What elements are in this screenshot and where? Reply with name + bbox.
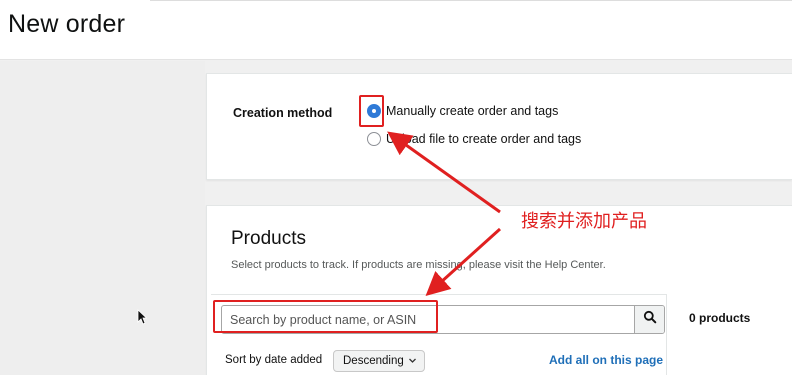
annotation-highlight-search (213, 300, 438, 333)
sort-order-value: Descending (343, 355, 404, 367)
search-button[interactable] (634, 306, 664, 333)
add-all-on-page-link[interactable]: Add all on this page (549, 353, 663, 367)
creation-method-card: Creation method Manually create order an… (206, 73, 792, 180)
products-subtitle: Select products to track. If products ar… (231, 259, 606, 271)
left-gutter (0, 61, 205, 375)
page-title: New order (8, 10, 126, 38)
header-divider (150, 0, 792, 1)
products-card: Products Select products to track. If pr… (206, 205, 792, 375)
annotation-highlight-radio (359, 95, 384, 127)
radio-manual-label[interactable]: Manually create order and tags (386, 104, 558, 118)
sort-order-dropdown[interactable]: Descending (333, 350, 425, 372)
radio-upload-option[interactable]: Upload file to create order and tags (367, 132, 581, 146)
annotation-text: 搜索并添加产品 (521, 211, 647, 232)
selected-products-count: 0 products (689, 311, 751, 325)
search-icon (643, 310, 657, 329)
radio-button-unchecked[interactable] (367, 132, 381, 146)
mouse-cursor-icon (137, 309, 148, 330)
page-header: New order (0, 0, 792, 60)
chevron-down-icon (408, 356, 417, 368)
sort-label: Sort by date added (225, 354, 323, 366)
radio-upload-label[interactable]: Upload file to create order and tags (386, 132, 581, 146)
products-title: Products (231, 228, 306, 249)
creation-method-label: Creation method (233, 106, 333, 120)
radio-manual-option[interactable]: Manually create order and tags (367, 104, 558, 118)
